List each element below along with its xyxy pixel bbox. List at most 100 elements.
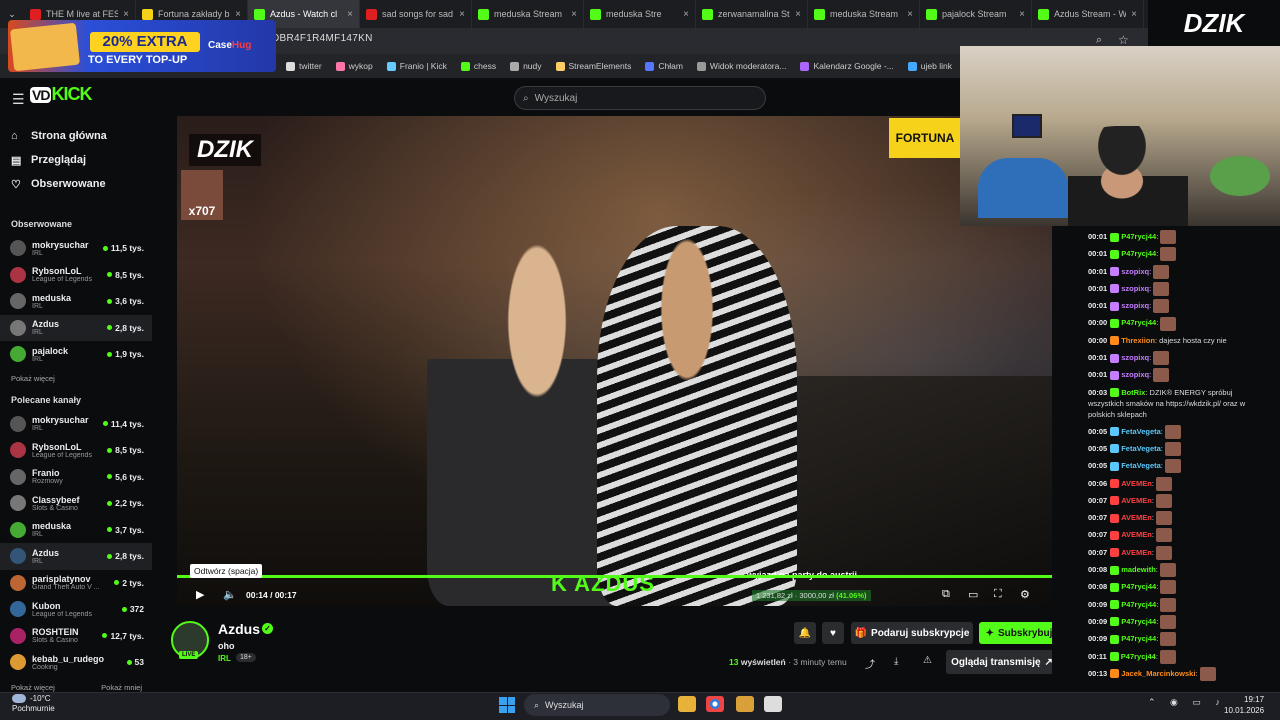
sidebar-channel[interactable]: pajalock IRL 1,9 tys. xyxy=(0,341,152,368)
chat-username[interactable]: P47rycj44 xyxy=(1121,634,1156,643)
chat-username[interactable]: P47rycj44 xyxy=(1121,652,1156,661)
chat-username[interactable]: P47rycj44 xyxy=(1121,617,1156,626)
theater-mode-icon[interactable]: ▭ xyxy=(968,588,978,601)
sidebar-channel[interactable]: Azdus IRL 2,8 tys. xyxy=(0,543,152,570)
chat-username[interactable]: szopixq xyxy=(1121,267,1149,276)
bookmark-item[interactable]: StreamElements xyxy=(555,61,631,71)
close-tab-icon[interactable]: × xyxy=(795,9,801,20)
chat-username[interactable]: FetaVegeta xyxy=(1121,427,1161,436)
show-more-followed[interactable]: Pokaż więcej xyxy=(0,368,152,390)
chat-username[interactable]: AVEMEn xyxy=(1121,513,1152,522)
snipping-tool-icon[interactable] xyxy=(764,696,782,712)
weather-widget[interactable]: -10°C Pochmurnie xyxy=(12,694,55,714)
sidebar-channel[interactable]: kebab_u_rudego Cooking 53 xyxy=(0,649,152,676)
browser-tab[interactable]: zerwanamalina St × xyxy=(696,0,808,28)
chat-username[interactable]: szopixq xyxy=(1121,284,1149,293)
sidebar-channel[interactable]: RybsonLoL League of Legends 8,5 tys. xyxy=(0,262,152,289)
bookmark-item[interactable]: nudy xyxy=(510,61,542,71)
sidebar-channel[interactable]: mokrysuchar IRL 11,5 tys. xyxy=(0,235,152,262)
close-tab-icon[interactable]: × xyxy=(459,9,465,20)
close-tab-icon[interactable]: × xyxy=(347,9,353,20)
sidebar-channel[interactable]: ROSHTEIN Slots & Casino 12,7 tys. xyxy=(0,623,152,650)
close-tab-icon[interactable]: × xyxy=(907,9,913,20)
gift-subs-button[interactable]: 🎁 Podaruj subskrypcje xyxy=(851,622,973,644)
chat-username[interactable]: szopixq xyxy=(1121,353,1149,362)
sidebar-channel[interactable]: meduska IRL 3,6 tys. xyxy=(0,288,152,315)
browser-tab[interactable]: sad songs for sad × xyxy=(360,0,472,28)
search-input[interactable]: ⌕ Wyszukaj xyxy=(514,86,766,110)
sidebar-channel[interactable]: RybsonLoL League of Legends 8,5 tys. xyxy=(0,437,152,464)
close-tab-icon[interactable]: × xyxy=(1019,9,1025,20)
browser-tab[interactable]: meduska Stream × xyxy=(808,0,920,28)
browser-tab[interactable]: Azdus Stream - W × xyxy=(1032,0,1144,28)
system-tray[interactable]: ⌃ ◉ ▭ ♪ xyxy=(1148,697,1226,708)
chat-username[interactable]: Threxiion xyxy=(1121,336,1155,345)
sidebar-channel[interactable]: meduska IRL 3,7 tys. xyxy=(0,517,152,544)
pip-icon[interactable]: ⧉ xyxy=(942,588,950,601)
browser-tab[interactable]: meduska Stre × xyxy=(584,0,696,28)
subscribe-button[interactable]: ✦ Subskrybuj xyxy=(979,622,1059,644)
bookmark-item[interactable]: ujeb link xyxy=(907,61,952,71)
chat-username[interactable]: szopixq xyxy=(1121,301,1149,310)
close-tab-icon[interactable]: × xyxy=(683,9,689,20)
bookmark-item[interactable]: wykop xyxy=(335,61,373,71)
video-player[interactable]: DZIK FORTUNA x707 K AZDUS wyjazd na part… xyxy=(177,116,1052,606)
chat-username[interactable]: P47rycj44 xyxy=(1121,600,1156,609)
fullscreen-icon[interactable]: ⛶ xyxy=(994,588,1002,601)
kick-logo[interactable]: VD KICK xyxy=(30,84,100,108)
download-icon[interactable]: ⤓ xyxy=(894,656,898,667)
chat-username[interactable]: FetaVegeta xyxy=(1121,461,1161,470)
close-tab-icon[interactable]: × xyxy=(1131,9,1137,20)
progress-bar[interactable] xyxy=(177,575,1052,578)
bookmark-item[interactable]: chess xyxy=(460,61,496,71)
chrome-icon[interactable] xyxy=(706,696,724,712)
chat-username[interactable]: P47rycj44 xyxy=(1121,232,1156,241)
chat-username[interactable]: AVEMEn xyxy=(1121,548,1152,557)
play-icon[interactable]: ▶ xyxy=(196,588,204,601)
chat-username[interactable]: BotRix xyxy=(1121,388,1145,397)
bookmark-item[interactable]: Chłam xyxy=(645,61,683,71)
chat-username[interactable]: Jacek_Marcinkowski xyxy=(1121,669,1195,678)
url-text[interactable]: DBR4F1R4MF147KN xyxy=(272,33,373,44)
browser-tab[interactable]: pajalock Stream × xyxy=(920,0,1032,28)
bookmark-item[interactable]: twitter xyxy=(286,61,322,71)
app-icon[interactable] xyxy=(736,696,754,712)
sidebar-channel[interactable]: Classybeef Slots & Casino 2,2 tys. xyxy=(0,490,152,517)
watch-stream-button[interactable]: Oglądaj transmisję ↗ xyxy=(946,650,1058,674)
volume-icon[interactable]: 🔈 xyxy=(223,588,237,601)
settings-icon[interactable]: ⚙ xyxy=(1020,588,1030,601)
nav-item[interactable]: ⌂ Strona główna xyxy=(0,124,152,148)
tab-search-icon[interactable]: ⌄ xyxy=(0,9,24,20)
chat-username[interactable]: madewith xyxy=(1121,565,1156,574)
close-tab-icon[interactable]: × xyxy=(123,9,129,20)
star-icon[interactable]: ☆ xyxy=(1118,33,1129,47)
chat-username[interactable]: AVEMEn xyxy=(1121,530,1152,539)
share-icon[interactable]: ⤴ xyxy=(865,656,875,671)
hamburger-menu-icon[interactable]: ☰ xyxy=(12,91,25,108)
close-tab-icon[interactable]: × xyxy=(235,9,241,20)
windows-start-icon[interactable] xyxy=(499,697,515,713)
chat-username[interactable]: FetaVegeta xyxy=(1121,444,1161,453)
sidebar-channel[interactable]: Azdus IRL 2,8 tys. xyxy=(0,314,152,341)
clock[interactable]: 19:17 10.01.2026 xyxy=(1224,694,1264,716)
chat-username[interactable]: szopixq xyxy=(1121,370,1149,379)
report-icon[interactable]: ⚠ xyxy=(923,655,932,666)
file-explorer-icon[interactable] xyxy=(678,696,696,712)
nav-item[interactable]: ▤ Przeglądaj xyxy=(0,148,152,172)
notify-bell-button[interactable]: 🔔 xyxy=(794,622,816,644)
browser-tab[interactable]: meduska Stream × xyxy=(472,0,584,28)
bookmark-item[interactable]: Widok moderatora... xyxy=(696,61,786,71)
channel-name[interactable]: Azdus xyxy=(218,621,260,637)
sidebar-channel[interactable]: Kubon League of Legends 372 xyxy=(0,596,152,623)
bookmark-item[interactable]: Kalendarz Google -... xyxy=(800,61,894,71)
sidebar-channel[interactable]: Franio Rozmowy 5,6 tys. xyxy=(0,464,152,491)
casehug-ad[interactable]: 20% EXTRA TO EVERY TOP-UP CaseHug xyxy=(8,20,276,72)
sidebar-channel[interactable]: mokrysuchar IRL 11,4 tys. xyxy=(0,411,152,438)
chat-username[interactable]: AVEMEn xyxy=(1121,479,1152,488)
taskbar-search[interactable]: ⌕ Wyszukaj xyxy=(524,694,670,716)
chat-username[interactable]: P47rycj44 xyxy=(1121,582,1156,591)
bookmark-item[interactable]: Franio | Kick xyxy=(386,61,447,71)
chat-username[interactable]: P47rycj44 xyxy=(1121,318,1156,327)
follow-heart-button[interactable]: ♥ xyxy=(822,622,844,644)
chat-username[interactable]: AVEMEn xyxy=(1121,496,1152,505)
